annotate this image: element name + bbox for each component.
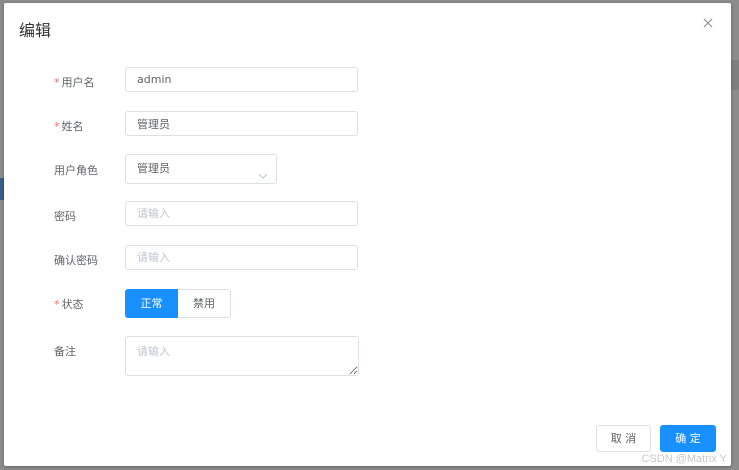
password-label: 密码 [54,210,76,223]
password-input[interactable] [125,201,358,226]
background-page-strip [731,60,739,90]
name-label: * 姓名 [54,120,84,133]
chevron-down-icon [258,164,268,179]
close-icon[interactable] [700,15,716,31]
status-disabled-button[interactable]: 禁用 [178,289,231,318]
role-label: 用户角色 [54,164,98,177]
role-select[interactable]: 管理员 [125,154,277,184]
watermark: CSDN @Matrix Y [641,453,727,465]
status-normal-button[interactable]: 正常 [125,289,178,318]
role-select-value: 管理员 [137,162,170,175]
cancel-button[interactable]: 取 消 [596,425,651,452]
confirm-password-input[interactable] [125,245,358,270]
required-mark: * [54,120,60,133]
status-toggle: 正常 禁用 [125,289,231,318]
edit-dialog: 编辑 *用户名 *姓名 用户角色 管理员 密码 确认密码 *状态 正常 禁用 备… [4,3,731,466]
dialog-title: 编辑 [19,21,52,40]
required-mark: * [54,298,60,311]
remark-label: 备注 [54,345,76,358]
username-input[interactable] [125,67,358,92]
username-label: * 用户名 [54,76,95,89]
confirm-password-label: 确认密码 [54,254,98,267]
required-mark: * [54,76,60,89]
status-label: * 状态 [54,298,84,311]
confirm-button[interactable]: 确 定 [660,425,716,452]
name-input[interactable] [125,111,358,136]
remark-textarea[interactable] [125,336,359,376]
